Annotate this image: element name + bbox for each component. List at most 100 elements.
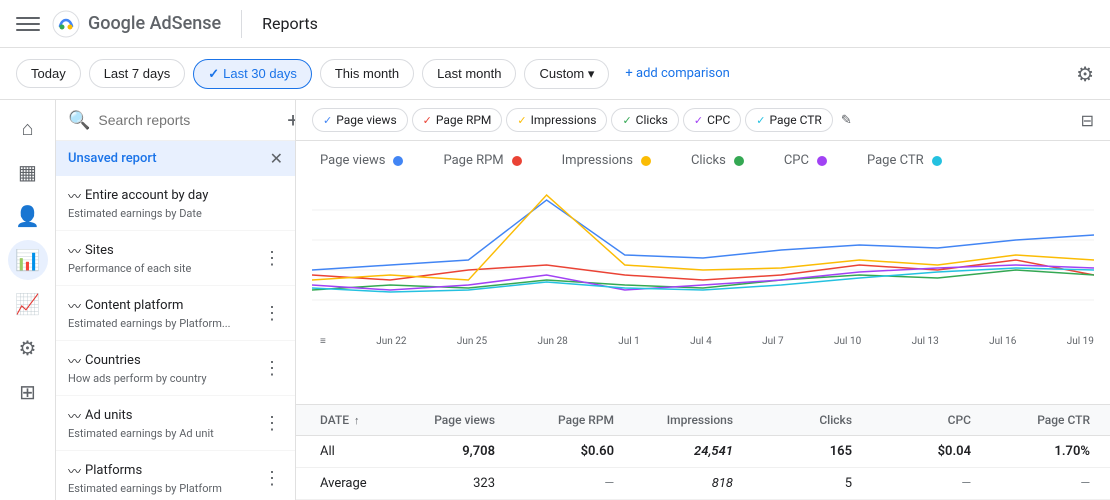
x-label: Jul 13 — [912, 336, 939, 347]
date-header-text: DATE — [320, 413, 349, 427]
legend-page-views: Page views — [320, 153, 403, 168]
adsense-logo-icon — [52, 10, 80, 38]
tab-label: Clicks — [636, 113, 668, 127]
sidebar-search-bar: 🔍 + — [56, 100, 295, 141]
three-dots-menu-icon[interactable]: ⋮ — [261, 356, 283, 381]
cell-pagerpm-all: $0.60 — [515, 444, 634, 459]
left-nav-trends[interactable]: 📈 — [8, 284, 48, 324]
check-icon: ✓ — [756, 114, 765, 127]
three-dots-menu-icon[interactable]: ⋮ — [261, 246, 283, 271]
tab-label: Page CTR — [770, 113, 822, 127]
nav-divider — [241, 10, 242, 38]
legend-dot-impressions — [641, 156, 651, 166]
x-label: Jul 1 — [618, 336, 640, 347]
add-comparison-btn[interactable]: + add comparison — [625, 66, 729, 81]
item-title-text: Entire account by day — [85, 188, 208, 203]
cell-clicks-all: 165 — [753, 444, 872, 459]
cell-cpc-all: $0.04 — [872, 444, 991, 459]
cell-pagerpm-avg: — — [515, 476, 634, 491]
main-layout: ⌂ ▦ 👤 📊 📈 ⚙ ⊞ 🔍 + Unsaved report ✕ 〰 Ent… — [0, 100, 1110, 500]
filter-custom-label: Custom — [539, 66, 584, 81]
tab-page-rpm[interactable]: ✓ Page RPM — [412, 108, 503, 132]
legend-label: CPC — [784, 153, 809, 168]
sidebar-item-sites[interactable]: 〰 Sites Performance of each site ⋮ — [56, 231, 295, 286]
left-nav-people[interactable]: 👤 — [8, 196, 48, 236]
sidebar-item-title: 〰 Entire account by day — [68, 186, 283, 205]
sidebar-item-ad-units[interactable]: 〰 Ad units Estimated earnings by Ad unit… — [56, 396, 295, 451]
wave-icon: 〰 — [68, 296, 81, 315]
left-nav-reports[interactable]: 📊 — [8, 240, 48, 280]
left-nav-extension[interactable]: ⊞ — [8, 372, 48, 412]
left-nav-settings[interactable]: ⚙ — [8, 328, 48, 368]
hamburger-menu[interactable] — [16, 12, 40, 36]
legend-clicks: Clicks — [691, 153, 744, 168]
legend-label: Page RPM — [443, 153, 503, 168]
filter-icon[interactable]: ⊟ — [1081, 111, 1094, 130]
cell-impressions-avg: 818 — [634, 476, 753, 491]
three-dots-menu-icon[interactable]: ⋮ — [261, 301, 283, 326]
check-icon: ✓ — [694, 114, 703, 127]
x-label: Jun 28 — [538, 336, 568, 347]
cell-pageviews-avg: 323 — [396, 476, 515, 491]
tab-page-views[interactable]: ✓ Page views — [312, 108, 408, 132]
sidebar-item-entire-account[interactable]: 〰 Entire account by day Estimated earnin… — [56, 176, 295, 231]
tab-clicks[interactable]: ✓ Clicks — [611, 108, 678, 132]
cell-pagectr-all: 1.70% — [991, 444, 1110, 459]
table-row-average: Average 323 — 818 5 — — — [296, 468, 1110, 500]
search-reports-input[interactable] — [98, 112, 279, 128]
col-header-clicks[interactable]: Clicks — [753, 413, 872, 427]
table-row-all: All 9,708 $0.60 24,541 165 $0.04 1.70% — [296, 436, 1110, 468]
filter-custom[interactable]: Custom ▾ — [524, 59, 609, 89]
close-report-icon[interactable]: ✕ — [270, 149, 283, 168]
col-header-pagerpm[interactable]: Page RPM — [515, 413, 634, 427]
sidebar-active-report[interactable]: Unsaved report ✕ — [56, 141, 295, 176]
sort-icon: ↑ — [354, 414, 360, 427]
x-label: ≡ — [320, 336, 326, 347]
col-header-pageviews[interactable]: Page views — [396, 413, 515, 427]
legend-impressions: Impressions — [562, 153, 651, 168]
filter-last30[interactable]: ✓ Last 30 days — [193, 59, 312, 89]
col-header-date[interactable]: DATE ↑ — [296, 413, 396, 427]
three-dots-menu-icon[interactable]: ⋮ — [261, 411, 283, 436]
legend-label: Clicks — [691, 153, 726, 168]
col-header-impressions[interactable]: Impressions — [634, 413, 753, 427]
wave-icon: 〰 — [68, 461, 81, 480]
legend-label: Page views — [320, 153, 385, 168]
legend-dot-cpc — [817, 156, 827, 166]
col-header-pagectr[interactable]: Page CTR — [991, 413, 1110, 427]
search-icon: 🔍 — [68, 110, 90, 131]
item-title-text: Platforms — [85, 463, 142, 478]
three-dots-menu-icon[interactable]: ⋮ — [261, 466, 283, 491]
check-icon: ✓ — [517, 114, 526, 127]
filter-today[interactable]: Today — [16, 59, 81, 88]
nav-title: Reports — [262, 14, 318, 33]
legend-label: Impressions — [562, 153, 633, 168]
sidebar-item-content: 〰 Content platform Estimated earnings by… — [68, 296, 261, 330]
sidebar-item-content: 〰 Sites Performance of each site — [68, 241, 261, 275]
left-nav-overview[interactable]: ▦ — [8, 152, 48, 192]
filter-last-month[interactable]: Last month — [422, 59, 516, 88]
edit-metrics-icon[interactable]: ✎ — [841, 113, 852, 128]
x-label: Jul 7 — [762, 336, 784, 347]
tab-page-ctr[interactable]: ✓ Page CTR — [745, 108, 833, 132]
left-nav-home[interactable]: ⌂ — [8, 108, 48, 148]
check-icon: ✓ — [423, 114, 432, 127]
tab-cpc[interactable]: ✓ CPC — [683, 108, 741, 132]
cell-date-all: All — [296, 444, 396, 459]
col-header-cpc[interactable]: CPC — [872, 413, 991, 427]
sidebar-item-countries[interactable]: 〰 Countries How ads perform by country ⋮ — [56, 341, 295, 396]
sidebar-item-content-platform[interactable]: 〰 Content platform Estimated earnings by… — [56, 286, 295, 341]
legend-dot-clicks — [734, 156, 744, 166]
sidebar-item-platforms[interactable]: 〰 Platforms Estimated earnings by Platfo… — [56, 451, 295, 500]
settings-gear-icon[interactable]: ⚙ — [1076, 62, 1094, 86]
filter-last7[interactable]: Last 7 days — [89, 59, 186, 88]
filter-this-month[interactable]: This month — [320, 59, 414, 88]
check-icon: ✓ — [208, 66, 219, 82]
legend-page-rpm: Page RPM — [443, 153, 521, 168]
tab-impressions[interactable]: ✓ Impressions — [506, 108, 607, 132]
add-report-icon[interactable]: + — [287, 108, 296, 132]
legend-cpc: CPC — [784, 153, 827, 168]
legend-dot-pageviews — [393, 156, 403, 166]
cell-pageviews-all: 9,708 — [396, 444, 515, 459]
item-subtitle: Estimated earnings by Date — [68, 207, 283, 220]
